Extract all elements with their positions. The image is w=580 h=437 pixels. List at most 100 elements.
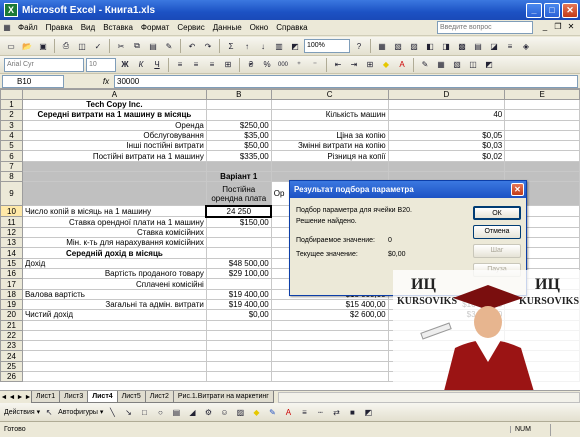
dialog-close-icon[interactable]: ✕ <box>511 183 524 196</box>
cell-a[interactable]: Число копій в місяць на 1 машину <box>21 205 207 218</box>
cell-e[interactable] <box>504 160 580 173</box>
row-header[interactable]: 6 <box>0 150 23 162</box>
cell-b[interactable] <box>205 278 272 290</box>
cell-b[interactable] <box>205 340 272 352</box>
line-style-icon[interactable]: ≡ <box>297 405 311 419</box>
row-header[interactable]: 4 <box>0 129 23 142</box>
maximize-button[interactable]: □ <box>544 2 560 18</box>
step-button[interactable]: Шаг <box>473 244 521 258</box>
menu-tools[interactable]: Сервис <box>173 23 208 32</box>
column-header[interactable]: D <box>387 89 506 100</box>
cell-a[interactable]: Сплачені комісійні <box>21 278 207 290</box>
tool-8-icon[interactable]: ◪ <box>487 39 501 53</box>
increase-decimal-icon[interactable]: ⁺ <box>292 58 306 72</box>
save-icon[interactable]: ▣ <box>36 39 50 53</box>
currency-icon[interactable]: ₴ <box>244 58 258 72</box>
cell-b[interactable] <box>205 360 272 373</box>
cell-c[interactable] <box>270 340 389 352</box>
cell-c[interactable] <box>270 371 389 383</box>
font-size-select[interactable]: 10 <box>86 57 116 72</box>
cell-b[interactable]: Варіант 1 <box>205 171 272 183</box>
cancel-button[interactable]: Отмена <box>473 225 521 239</box>
align-right-icon[interactable]: ≡ <box>205 58 219 72</box>
tool-3-icon[interactable]: ▨ <box>407 39 421 53</box>
sort-asc-icon[interactable]: ↑ <box>240 39 254 53</box>
cell-b[interactable]: 24 250 <box>205 204 273 218</box>
font-color-icon[interactable]: A <box>281 405 295 419</box>
sheet-tab[interactable]: Лист2 <box>144 391 174 403</box>
first-sheet-icon[interactable]: ◄ <box>0 394 8 401</box>
tool-13-icon[interactable]: ▧ <box>450 58 464 72</box>
format-painter-icon[interactable]: ✎ <box>162 39 176 53</box>
cell-d[interactable]: 40 <box>387 109 506 121</box>
cell-a[interactable]: Ставка комісійних <box>21 226 207 239</box>
fill-color-icon[interactable]: ◆ <box>379 58 393 72</box>
close-button[interactable]: ✕ <box>562 2 578 18</box>
fill-color-icon[interactable]: ◆ <box>249 405 263 419</box>
row-header[interactable]: 23 <box>0 340 23 352</box>
tool-4-icon[interactable]: ◧ <box>423 39 437 53</box>
ok-button[interactable]: ОК <box>473 206 521 220</box>
cell-a[interactable]: Мін. к-ть для нарахування комісійних <box>21 237 207 249</box>
row-header[interactable]: 5 <box>0 140 23 152</box>
cell-a[interactable]: Середні витрати на 1 машину в місяць <box>21 109 207 121</box>
shadow-icon[interactable]: ■ <box>345 405 359 419</box>
formula-input[interactable]: 30000 <box>114 74 578 88</box>
tool-2-icon[interactable]: ▧ <box>391 39 405 53</box>
cell-d[interactable] <box>387 160 506 173</box>
help-icon[interactable]: ? <box>352 39 366 53</box>
chart-wizard-icon[interactable]: ▥ <box>272 39 286 53</box>
cell-e[interactable] <box>504 129 580 142</box>
cell-a[interactable] <box>21 329 207 342</box>
print-icon[interactable]: ⎙ <box>59 39 73 53</box>
column-header[interactable]: B <box>205 89 272 100</box>
row-header[interactable]: 16 <box>0 268 23 280</box>
row-header[interactable]: 18 <box>0 288 23 300</box>
cell-b[interactable]: $0,00 <box>205 309 272 321</box>
row-header[interactable]: 11 <box>0 216 23 228</box>
sheet-tab[interactable]: Лист3 <box>59 391 89 403</box>
cell-a[interactable]: Середній дохід в місяць <box>21 247 207 259</box>
cell-d[interactable]: $0,03 <box>387 140 506 152</box>
menu-data[interactable]: Данные <box>209 23 246 32</box>
autoshapes-menu[interactable]: Автофигуры ▾ <box>58 408 103 416</box>
next-sheet-icon[interactable]: ► <box>16 394 24 401</box>
sheet-tab-active[interactable]: Лист4 <box>87 391 118 403</box>
sort-desc-icon[interactable]: ↓ <box>256 39 270 53</box>
menu-file[interactable]: Файл <box>14 23 42 32</box>
sheet-tab[interactable]: Лист1 <box>31 391 61 403</box>
row-header[interactable]: 10 <box>0 205 23 218</box>
tool-5-icon[interactable]: ◨ <box>439 39 453 53</box>
tool-10-icon[interactable]: ◈ <box>519 39 533 53</box>
tool-14-icon[interactable]: ◫ <box>466 58 480 72</box>
menu-edit[interactable]: Правка <box>42 23 77 32</box>
help-search-input[interactable]: Введите вопрос <box>437 21 533 34</box>
cell-a[interactable]: Ставка орендної плати на 1 машину <box>21 216 207 228</box>
cell-c[interactable] <box>270 329 389 342</box>
cell-c[interactable]: $15 400,00 <box>270 298 389 311</box>
cell-e[interactable] <box>504 150 580 162</box>
cell-c[interactable] <box>270 119 389 131</box>
cell-a[interactable] <box>21 319 207 331</box>
cell-a[interactable]: Обслуговування <box>21 129 207 142</box>
cell-b[interactable] <box>205 237 272 249</box>
redo-icon[interactable]: ↷ <box>201 39 215 53</box>
row-header[interactable]: 24 <box>0 350 23 362</box>
select-all-corner[interactable] <box>0 89 23 100</box>
cell-e[interactable] <box>504 140 580 152</box>
paste-icon[interactable]: ▤ <box>146 39 160 53</box>
row-header[interactable]: 12 <box>0 226 23 239</box>
align-left-icon[interactable]: ≡ <box>173 58 187 72</box>
cell-a[interactable] <box>21 350 207 362</box>
cell-b[interactable]: $48 500,00 <box>205 257 272 270</box>
cell-c[interactable]: $2 600,00 <box>270 309 389 321</box>
cell-c[interactable]: Кількість машин <box>270 109 389 121</box>
italic-button[interactable]: К <box>134 58 148 72</box>
row-header[interactable]: 22 <box>0 329 23 342</box>
cell-a[interactable]: Інші постійні витрати <box>21 140 207 152</box>
tool-15-icon[interactable]: ◩ <box>482 58 496 72</box>
cell-d[interactable]: $0,05 <box>387 129 506 142</box>
copy-icon[interactable]: ⧉ <box>130 39 144 53</box>
line-icon[interactable]: ╲ <box>105 405 119 419</box>
cell-b[interactable]: $19 400,00 <box>205 298 272 311</box>
